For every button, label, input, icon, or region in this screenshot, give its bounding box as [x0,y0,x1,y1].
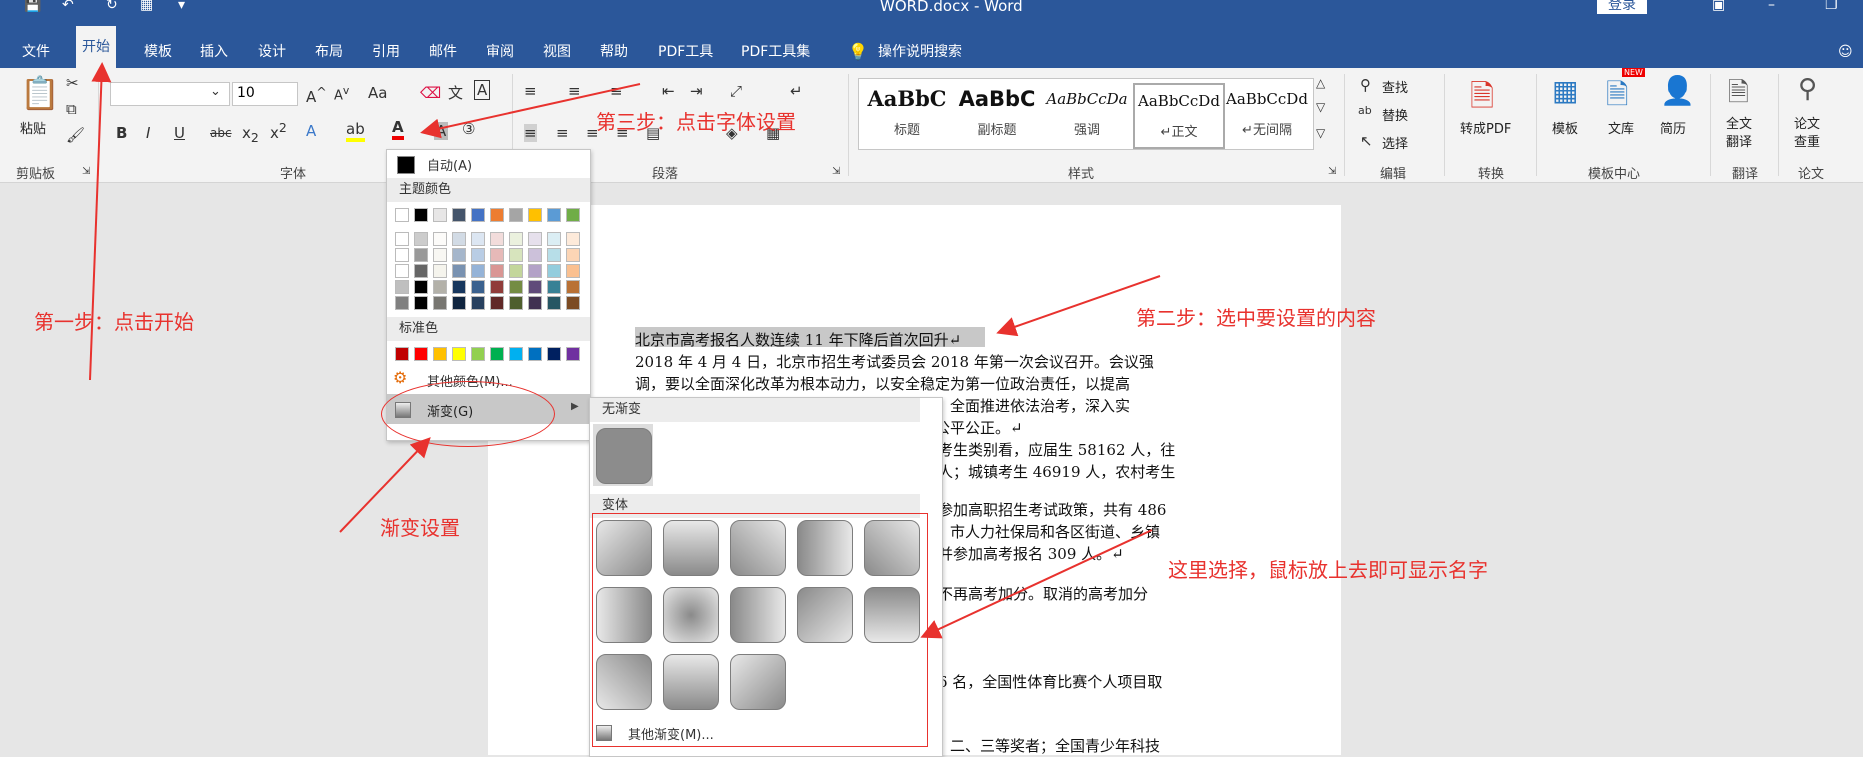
annotation-step1: 第一步：点击开始 [34,310,194,334]
annotation-step2: 第二步：选中要设置的内容 [1136,306,1376,330]
arrow-hover [920,529,1153,639]
annotation-arrows [89,62,1161,639]
annotation-step3: 第三步：点击字体设置 [596,110,796,134]
annotation-gradient: 渐变设置 [380,516,460,540]
annotation-hover: 这里选择，鼠标放上去即可显示名字 [1168,558,1488,582]
